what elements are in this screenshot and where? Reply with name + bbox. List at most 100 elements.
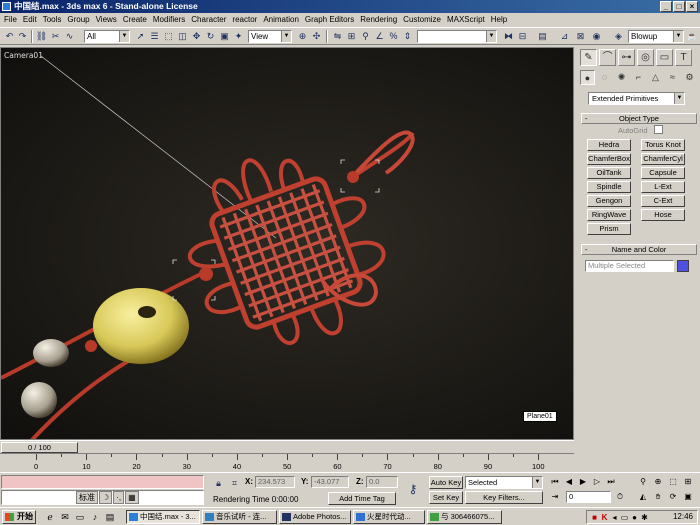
outlook-quicklaunch-icon[interactable]: ✉ <box>59 511 71 523</box>
close-button[interactable]: × <box>686 1 698 12</box>
angle-snap-icon[interactable]: ∠ <box>373 30 386 43</box>
ime-keyboard-icon[interactable]: ▦ <box>125 491 139 504</box>
select-and-rotate-icon[interactable]: ↻ <box>204 30 217 43</box>
task-music[interactable]: 音乐试听 - 连... <box>202 510 277 524</box>
mirror-tool-icon[interactable]: ⧓ <box>502 30 515 43</box>
track-bar[interactable]: 0 10 20 30 40 50 60 70 80 90 100 <box>0 453 574 471</box>
region-select-icon[interactable]: ⬚ <box>162 30 175 43</box>
unlink-icon[interactable]: ✂ <box>49 30 62 43</box>
maximize-button[interactable]: □ <box>673 1 685 12</box>
render-type-dropdown[interactable]: Blowup ▼ <box>628 30 684 43</box>
maximize-viewport-icon[interactable]: ▣ <box>682 491 694 503</box>
x-coordinate-field[interactable]: 234.573 <box>255 476 295 488</box>
snap-icon[interactable]: ✣ <box>310 30 323 43</box>
select-and-move-icon[interactable]: ✥ <box>190 30 203 43</box>
key-mode-toggle-icon[interactable]: ⇥ <box>549 491 561 503</box>
next-frame-icon[interactable]: ▷ <box>591 476 603 488</box>
orbit-icon[interactable]: ⟳ <box>667 491 679 503</box>
ie-quicklaunch-icon[interactable]: ℯ <box>44 511 56 523</box>
lights-icon[interactable]: ✺ <box>614 70 629 85</box>
primitive-category-dropdown[interactable]: Extended Primitives ▼ <box>588 92 685 105</box>
desktop-quicklaunch-icon[interactable]: ▭ <box>74 511 86 523</box>
menu-rendering[interactable]: Rendering <box>358 13 401 26</box>
z-coordinate-field[interactable]: 0.0 <box>366 476 398 488</box>
curve-editor-icon[interactable]: ⊿ <box>558 30 571 43</box>
bind-space-warp-icon[interactable]: ∿ <box>63 30 76 43</box>
torus-knot-button[interactable]: Torus Knot <box>641 139 685 151</box>
add-time-tag-button[interactable]: Add Time Tag <box>328 492 396 505</box>
render-scene-icon[interactable]: ◈ <box>612 30 625 43</box>
chamferbox-button[interactable]: ChamferBox <box>587 153 631 165</box>
display-tab-icon[interactable]: ▭ <box>656 49 673 66</box>
task-photoshop[interactable]: Adobe Photos... <box>279 510 351 524</box>
qq-tray-icon[interactable]: ● <box>630 513 639 522</box>
select-and-scale-icon[interactable]: ▣ <box>218 30 231 43</box>
set-key-button[interactable]: Set Key <box>429 491 463 504</box>
ime-punct-icon[interactable]: ·, <box>113 491 125 504</box>
menu-create[interactable]: Create <box>121 13 151 26</box>
menu-modifiers[interactable]: Modifiers <box>151 13 189 26</box>
select-and-link-icon[interactable]: ⛓ <box>35 30 48 43</box>
autogrid-checkbox[interactable] <box>654 125 663 134</box>
zoom-extents-all-icon[interactable]: ⊞ <box>682 476 694 488</box>
menu-animation[interactable]: Animation <box>261 13 303 26</box>
hose-button[interactable]: Hose <box>641 209 685 221</box>
menu-views[interactable]: Views <box>94 13 121 26</box>
menu-edit[interactable]: Edit <box>21 13 41 26</box>
menu-help[interactable]: Help <box>489 13 511 26</box>
mirror-icon[interactable]: ⇋ <box>331 30 344 43</box>
menu-character[interactable]: Character <box>189 13 230 26</box>
spinner-snap-icon[interactable]: ⇕ <box>401 30 414 43</box>
align-icon[interactable]: ⊞ <box>345 30 358 43</box>
c-ext-button[interactable]: C-Ext <box>641 195 685 207</box>
media-quicklaunch-icon[interactable]: ♪ <box>89 511 101 523</box>
object-type-rollout[interactable]: - Object Type <box>581 113 697 124</box>
folder-quicklaunch-icon[interactable]: ▤ <box>104 511 116 523</box>
field-of-view-icon[interactable]: ◭ <box>637 491 649 503</box>
utilities-tab-icon[interactable]: T <box>675 49 692 66</box>
lock-selection-icon[interactable]: 🔒︎ <box>212 477 225 490</box>
helpers-icon[interactable]: △ <box>648 70 663 85</box>
capsule-button[interactable]: Capsule <box>641 167 685 179</box>
auto-key-button[interactable]: Auto Key <box>429 476 463 489</box>
antivirus-tray-icon[interactable]: ■ <box>590 513 599 522</box>
hedra-button[interactable]: Hedra <box>587 139 631 151</box>
percent-snap-icon[interactable]: % <box>387 30 400 43</box>
play-icon[interactable]: ▶ <box>577 476 589 488</box>
layer-manager-icon[interactable]: ▤ <box>536 30 549 43</box>
menu-maxscript[interactable]: MAXScript <box>445 13 489 26</box>
maxscript-listener-mini[interactable] <box>1 475 204 489</box>
previous-frame-icon[interactable]: ◀ <box>563 476 575 488</box>
gengon-button[interactable]: Gengon <box>587 195 631 207</box>
named-selection-dropdown[interactable]: ▼ <box>417 30 497 43</box>
time-slider[interactable]: 0 / 100 <box>0 440 574 453</box>
menu-tools[interactable]: Tools <box>41 13 66 26</box>
geometry-icon[interactable]: ● <box>580 70 595 85</box>
ime-mode[interactable]: 标准 <box>76 491 98 504</box>
shapes-icon[interactable]: ◌ <box>597 70 612 85</box>
y-coordinate-field[interactable]: -43.077 <box>311 476 349 488</box>
task-browser[interactable]: 火星时代动... <box>353 510 425 524</box>
cameras-icon[interactable]: ⌐ <box>631 70 646 85</box>
minimize-button[interactable]: _ <box>660 1 672 12</box>
select-object-icon[interactable]: ➚ <box>134 30 147 43</box>
task-3dsmax[interactable]: 中国结.max - 3... <box>126 510 200 524</box>
go-to-end-icon[interactable]: ⏭ <box>605 476 617 488</box>
zoom-all-icon[interactable]: ⊕ <box>652 476 664 488</box>
zoom-extents-icon[interactable]: ⬚ <box>667 476 679 488</box>
key-filters-button[interactable]: Key Filters... <box>465 491 543 504</box>
pan-icon[interactable]: ✋︎ <box>652 491 664 503</box>
l-ext-button[interactable]: L-Ext <box>641 181 685 193</box>
volume-tray-icon[interactable]: ◂ <box>610 513 619 522</box>
oiltank-button[interactable]: OilTank <box>587 167 631 179</box>
k-tray-icon[interactable]: K <box>600 513 609 522</box>
object-color-swatch[interactable] <box>677 260 689 272</box>
spindle-button[interactable]: Spindle <box>587 181 631 193</box>
camera-viewport[interactable]: Camera01 Plane01 <box>0 47 574 440</box>
ime-width-icon[interactable]: ☽ <box>99 491 113 504</box>
manipulate-icon[interactable]: ✦ <box>232 30 245 43</box>
network-tray-icon[interactable]: ▭ <box>620 513 629 522</box>
window-crossing-icon[interactable]: ◫ <box>176 30 189 43</box>
material-editor-icon[interactable]: ◉ <box>590 30 603 43</box>
chamfercyl-button[interactable]: ChamferCyl <box>641 153 685 165</box>
